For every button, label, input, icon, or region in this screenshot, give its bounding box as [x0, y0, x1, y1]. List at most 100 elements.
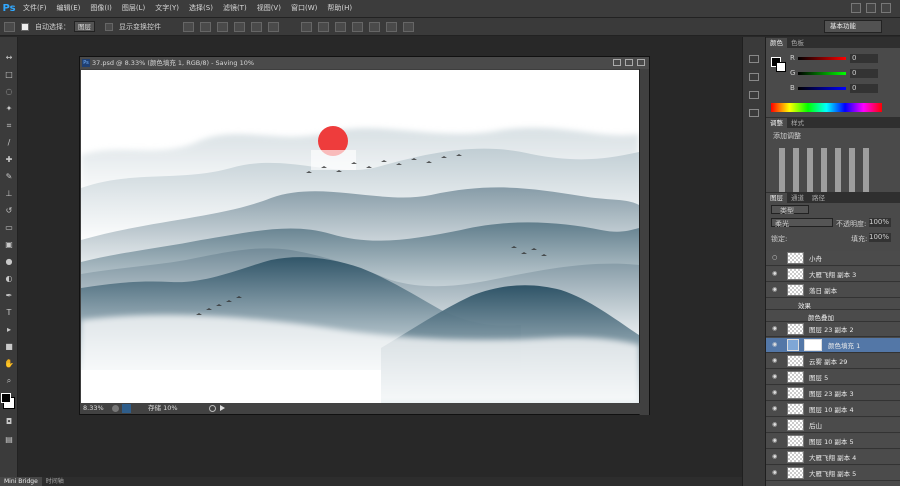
zoom-level[interactable]: 8.33%	[83, 403, 104, 414]
menu-layer[interactable]: 图层(L)	[117, 0, 150, 17]
layer-row[interactable]: ◉ 图层 23 副本 2	[766, 322, 900, 337]
adjustment-icons[interactable]	[779, 148, 874, 196]
layer-row[interactable]: ◉ 云雾 副本 29	[766, 354, 900, 369]
blue-value[interactable]: 0	[850, 84, 878, 93]
layer-row[interactable]: ◉ 图层 23 副本 3	[766, 386, 900, 401]
tab-timeline[interactable]: 时间轴	[42, 477, 68, 486]
visibility-eye-icon[interactable]: ◉	[772, 341, 779, 348]
red-value[interactable]: 0	[850, 54, 878, 63]
distribute-icon[interactable]	[386, 21, 397, 32]
properties-panel-icon[interactable]	[749, 73, 759, 81]
background-color-swatch[interactable]	[776, 62, 786, 72]
selected-layer-row[interactable]: ◉ 颜色填充 1	[766, 338, 900, 353]
color-spectrum[interactable]	[771, 103, 882, 112]
doc-maximize-icon[interactable]	[625, 59, 633, 66]
visibility-eye-icon[interactable]: ◉	[772, 357, 779, 364]
green-slider[interactable]	[798, 72, 846, 75]
close-icon[interactable]	[881, 3, 891, 13]
distribute-icon[interactable]	[369, 21, 380, 32]
stamp-tool-icon[interactable]: ⊥	[3, 189, 15, 198]
menu-filter[interactable]: 滤镜(T)	[218, 0, 252, 17]
eyedropper-tool-icon[interactable]: /	[3, 138, 15, 147]
document-title-bar[interactable]: Ps 37.psd @ 8.33% (颜色填充 1, RGB/8) - Savi…	[80, 57, 649, 69]
menu-file[interactable]: 文件(F)	[18, 0, 52, 17]
fill-value[interactable]: 100%	[869, 233, 891, 242]
distribute-icon[interactable]	[352, 21, 363, 32]
tab-layers[interactable]: 图层	[766, 193, 787, 203]
menu-help[interactable]: 帮助(H)	[322, 0, 357, 17]
history-brush-icon[interactable]: ↺	[3, 206, 15, 215]
lasso-tool-icon[interactable]: ◌	[3, 87, 15, 96]
tab-adjustments[interactable]: 调整	[766, 118, 787, 128]
quick-mask-icon[interactable]: ◘	[3, 417, 15, 426]
character-panel-icon[interactable]	[749, 91, 759, 99]
screen-mode-icon[interactable]: ▤	[3, 435, 15, 444]
align-icon[interactable]	[234, 21, 245, 32]
menu-type[interactable]: 文字(Y)	[150, 0, 184, 17]
visibility-eye-icon[interactable]: ◉	[772, 270, 779, 277]
layer-row[interactable]: ◉ 图层 5	[766, 370, 900, 385]
move-tool-icon[interactable]	[4, 21, 15, 32]
eraser-tool-icon[interactable]: ▭	[3, 223, 15, 232]
vertical-scrollbar[interactable]	[639, 69, 649, 415]
visibility-eye-icon[interactable]: ◉	[772, 373, 779, 380]
doc-close-icon[interactable]	[637, 59, 645, 66]
menu-edit[interactable]: 编辑(E)	[52, 0, 86, 17]
status-menu-arrow-icon[interactable]	[220, 405, 225, 411]
blend-mode-dropdown[interactable]: 柔光	[771, 218, 833, 228]
visibility-eye-icon[interactable]: ◉	[772, 453, 779, 460]
distribute-icon[interactable]	[301, 21, 312, 32]
brush-tool-icon[interactable]: ✎	[3, 172, 15, 181]
visibility-eye-icon[interactable]: ◉	[772, 405, 779, 412]
distribute-icon[interactable]	[335, 21, 346, 32]
layer-row[interactable]: ◉ 大雁飞翔 副本 4	[766, 450, 900, 465]
menu-image[interactable]: 图像(I)	[85, 0, 117, 17]
path-select-icon[interactable]: ▸	[3, 325, 15, 334]
menu-view[interactable]: 视图(V)	[252, 0, 286, 17]
history-panel-icon[interactable]	[749, 55, 759, 63]
crop-tool-icon[interactable]: ⌗	[3, 121, 15, 130]
paragraph-panel-icon[interactable]	[749, 109, 759, 117]
menu-window[interactable]: 窗口(W)	[286, 0, 322, 17]
visibility-eye-icon[interactable]: ◉	[772, 325, 779, 332]
layer-row[interactable]: ◉ 图层 10 副本 4	[766, 402, 900, 417]
hand-tool-icon[interactable]: ✋	[3, 359, 15, 368]
visibility-eye-icon[interactable]: ◉	[772, 437, 779, 444]
marquee-tool-icon[interactable]: □	[3, 70, 15, 79]
magic-wand-tool-icon[interactable]: ✦	[3, 104, 15, 113]
blur-tool-icon[interactable]: ●	[3, 257, 15, 266]
filter-kind-dropdown[interactable]: 类型	[771, 205, 809, 215]
show-transform-checkbox[interactable]	[105, 22, 113, 31]
checkbox-auto-select[interactable]	[21, 22, 29, 31]
red-slider[interactable]	[798, 57, 846, 60]
tab-styles[interactable]: 样式	[787, 118, 808, 128]
move-tool-icon[interactable]: ↔	[3, 53, 15, 62]
align-icon[interactable]	[183, 21, 194, 32]
zoom-tool-icon[interactable]: ⌕	[3, 376, 15, 385]
healing-tool-icon[interactable]: ✚	[3, 155, 15, 164]
distribute-icon[interactable]	[318, 21, 329, 32]
blue-slider[interactable]	[798, 87, 846, 90]
layer-row[interactable]: ○ 小舟	[766, 251, 900, 266]
tab-color[interactable]: 颜色	[766, 38, 787, 48]
tab-channels[interactable]: 通道	[787, 193, 808, 203]
opacity-value[interactable]: 100%	[869, 218, 891, 227]
effects-row[interactable]: 效果	[766, 298, 900, 310]
info-icon[interactable]	[112, 405, 119, 412]
type-tool-icon[interactable]: T	[3, 308, 15, 317]
cancel-save-icon[interactable]	[209, 405, 216, 412]
visibility-eye-icon[interactable]: ◉	[772, 286, 779, 293]
pen-tool-icon[interactable]: ✒	[3, 291, 15, 300]
align-icon[interactable]	[217, 21, 228, 32]
layer-row[interactable]: ◉ 落日 副本	[766, 283, 900, 298]
effect-row[interactable]: 颜色叠加	[766, 310, 900, 322]
layer-row[interactable]: ◉ 大雁飞翔 副本 3	[766, 267, 900, 282]
align-icon[interactable]	[268, 21, 279, 32]
doc-minimize-icon[interactable]	[613, 59, 621, 66]
visibility-eye-icon[interactable]: ◉	[772, 469, 779, 476]
visibility-eye-icon[interactable]: ◉	[772, 389, 779, 396]
visibility-eye-icon[interactable]: ○	[772, 254, 779, 261]
dodge-tool-icon[interactable]: ◐	[3, 274, 15, 283]
shape-tool-icon[interactable]: ■	[3, 342, 15, 351]
workspace-dropdown[interactable]: 基本功能	[824, 20, 882, 33]
